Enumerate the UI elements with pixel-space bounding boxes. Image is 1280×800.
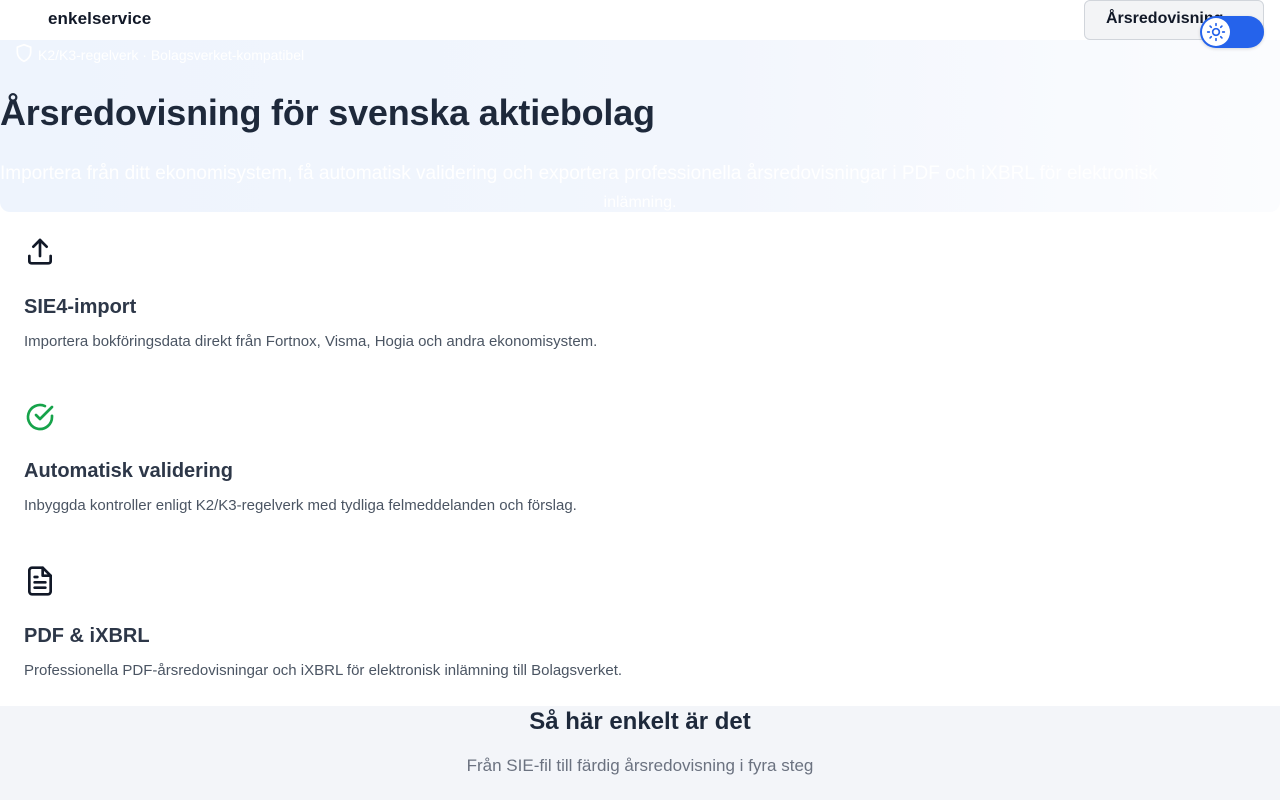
feature-title: Automatisk validering <box>24 460 233 482</box>
feature-pdf-ixbrl: PDF & iXBRL Professionella PDF-årsredovi… <box>24 565 1224 685</box>
top-bar: enkelservice Årsredovisning <box>0 0 1280 40</box>
feature-sie4-import: SIE4-import Importera bokföringsdata dir… <box>24 236 1224 356</box>
feature-validation: Automatisk validering Inbyggda kontrolle… <box>24 401 1224 521</box>
document-icon <box>24 565 56 597</box>
feature-title: SIE4-import <box>24 296 137 318</box>
feature-description: Professionella PDF-årsredovisningar och … <box>24 662 623 679</box>
theme-toggle[interactable] <box>1200 16 1264 48</box>
hero-subtitle-line1: Importera från ditt ekonomisystem, få au… <box>0 163 1158 184</box>
upload-icon <box>24 236 56 268</box>
feature-description: Inbyggda kontroller enligt K2/K3-regelve… <box>24 497 577 514</box>
sun-icon <box>1202 18 1230 46</box>
feature-title: PDF & iXBRL <box>24 625 150 647</box>
brand-logo[interactable]: enkelservice <box>48 9 151 29</box>
hero-title: Årsredovisning för svenska aktiebolag <box>0 92 655 133</box>
hero-section: K2/K3-regelverk · Bolagsverket-kompatibe… <box>0 40 1280 212</box>
section-subtitle: Från SIE-fil till färdig årsredovisning … <box>466 756 814 775</box>
hero-subtitle: Importera från ditt ekonomisystem, få au… <box>0 160 1280 217</box>
compliance-badge: K2/K3-regelverk · Bolagsverket-kompatibe… <box>14 42 304 67</box>
check-circle-icon <box>24 401 56 433</box>
feature-description: Importera bokföringsdata direkt från For… <box>24 333 598 350</box>
how-it-works-section: Så här enkelt är det Från SIE-fil till f… <box>0 706 1280 800</box>
section-title: Så här enkelt är det <box>529 708 751 735</box>
badge-label: K2/K3-regelverk · Bolagsverket-kompatibe… <box>38 46 305 63</box>
shield-icon <box>14 42 34 67</box>
hero-subtitle-line2: inlämning. <box>603 194 677 211</box>
